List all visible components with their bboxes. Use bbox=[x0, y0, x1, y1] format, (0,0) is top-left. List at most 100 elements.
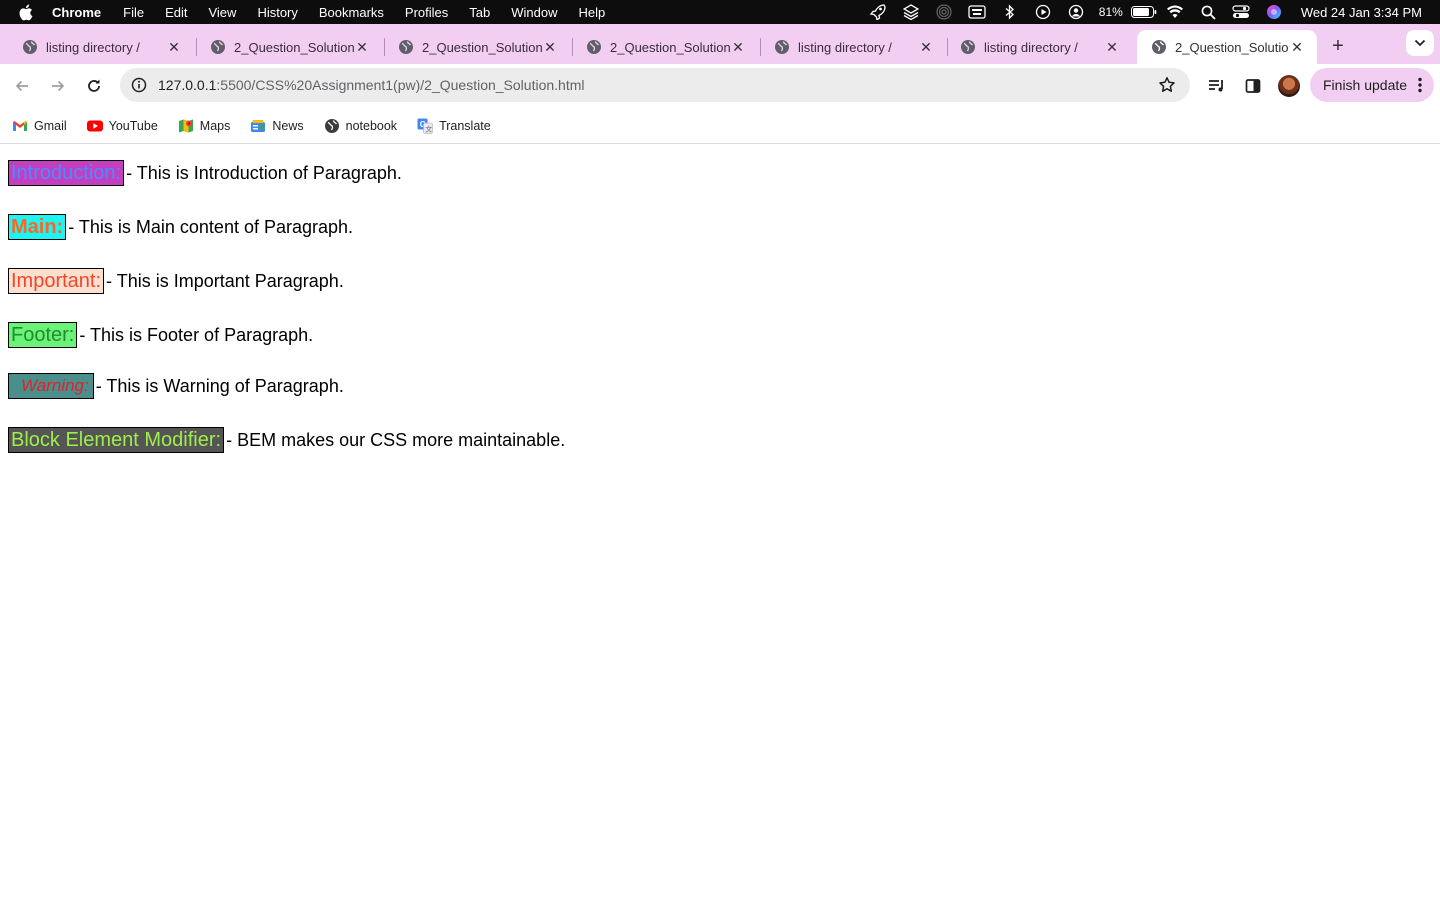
media-queue-icon bbox=[1209, 80, 1223, 92]
forward-button[interactable] bbox=[44, 72, 72, 100]
url-host: 127.0.0.1 bbox=[158, 77, 217, 93]
paragraph-text: - This is Warning of Paragraph. bbox=[95, 375, 344, 396]
globe-icon bbox=[398, 39, 414, 55]
media-controls-button[interactable] bbox=[1203, 72, 1231, 100]
rocket-icon[interactable] bbox=[862, 0, 895, 24]
menu-help[interactable]: Help bbox=[579, 5, 606, 20]
youtube-icon bbox=[86, 118, 103, 134]
more-vertical-icon[interactable] bbox=[1418, 77, 1422, 96]
menu-history[interactable]: History bbox=[257, 5, 297, 20]
paragraph-important: Important: - This is Important Paragraph… bbox=[8, 268, 1432, 294]
tab-question-solution[interactable]: 2_Question_Solution ✕ bbox=[572, 30, 758, 64]
battery-icon[interactable] bbox=[1129, 0, 1159, 24]
close-icon[interactable]: ✕ bbox=[1104, 39, 1120, 55]
bluetooth-icon[interactable] bbox=[994, 0, 1027, 24]
label-main: Main: bbox=[8, 214, 67, 240]
tab-strip: listing directory / ✕ 2_Question_Solutio… bbox=[0, 24, 1440, 64]
close-icon[interactable]: ✕ bbox=[730, 39, 746, 55]
user-icon[interactable] bbox=[1060, 0, 1093, 24]
menubar-clock[interactable]: Wed 24 Jan 3:34 PM bbox=[1301, 5, 1422, 20]
siri-icon[interactable] bbox=[1258, 0, 1291, 24]
tab-listing-directory[interactable]: listing directory / ✕ bbox=[946, 30, 1132, 64]
tab-title: listing directory / bbox=[46, 39, 140, 55]
paragraph-bem: Block Element Modifier: - BEM makes our … bbox=[8, 427, 1432, 453]
bookmark-label: YouTube bbox=[108, 118, 158, 133]
label-block-element-modifier: Block Element Modifier: bbox=[8, 427, 225, 453]
spotlight-search-icon[interactable] bbox=[1192, 0, 1225, 24]
tab-search-button[interactable] bbox=[1406, 30, 1434, 56]
bookmark-label: Maps bbox=[199, 118, 231, 133]
keyboard-icon[interactable] bbox=[961, 0, 994, 24]
menu-view[interactable]: View bbox=[208, 5, 236, 20]
finish-update-label: Finish update bbox=[1323, 77, 1408, 93]
tab-title: 2_Question_Solution bbox=[234, 39, 354, 55]
menubar-status-area: 81% Wed 24 Jan 3:34 PM bbox=[862, 0, 1422, 24]
reload-icon bbox=[88, 79, 100, 92]
bookmark-translate[interactable]: G文 Translate bbox=[417, 118, 491, 134]
new-tab-button[interactable]: + bbox=[1326, 34, 1350, 58]
layers-icon[interactable] bbox=[895, 0, 928, 24]
url-path: :5500/CSS%20Assignment1(pw)/2_Question_S… bbox=[216, 77, 585, 93]
site-info-icon[interactable] bbox=[122, 77, 156, 93]
chevron-down-icon bbox=[1414, 39, 1426, 47]
profile-avatar[interactable] bbox=[1278, 75, 1300, 97]
globe-icon bbox=[960, 39, 976, 55]
menu-app-chrome[interactable]: Chrome bbox=[52, 5, 101, 20]
apple-icon[interactable] bbox=[18, 4, 36, 21]
address-bar[interactable]: 127.0.0.1:5500/CSS%20Assignment1(pw)/2_Q… bbox=[120, 68, 1190, 102]
close-icon[interactable]: ✕ bbox=[918, 39, 934, 55]
menu-tab[interactable]: Tab bbox=[469, 5, 490, 20]
bookmark-maps[interactable]: Maps bbox=[178, 118, 231, 134]
label-warning: Warning: bbox=[8, 373, 94, 399]
menu-file[interactable]: File bbox=[123, 5, 144, 20]
menu-profiles[interactable]: Profiles bbox=[405, 5, 448, 20]
url-text[interactable]: 127.0.0.1:5500/CSS%20Assignment1(pw)/2_Q… bbox=[158, 77, 585, 93]
reload-button[interactable] bbox=[80, 72, 108, 100]
back-button[interactable] bbox=[8, 72, 36, 100]
macos-menubar: Chrome File Edit View History Bookmarks … bbox=[0, 0, 1440, 24]
bookmark-label: Gmail bbox=[34, 118, 67, 133]
tab-listing-directory[interactable]: listing directory / ✕ bbox=[8, 30, 194, 64]
tab-question-solution[interactable]: 2_Question_Solution ✕ bbox=[196, 30, 382, 64]
bookmark-label: notebook bbox=[345, 118, 398, 133]
menu-bookmarks[interactable]: Bookmarks bbox=[319, 5, 384, 20]
paragraph-text: - This is Footer of Paragraph. bbox=[79, 324, 314, 345]
tab-title: 2_Question_Solution bbox=[1175, 39, 1289, 55]
menu-edit[interactable]: Edit bbox=[165, 5, 187, 20]
tab-title: 2_Question_Solution bbox=[610, 39, 730, 55]
close-icon[interactable]: ✕ bbox=[542, 39, 558, 55]
svg-text:文: 文 bbox=[425, 124, 432, 133]
tab-title: 2_Question_Solution bbox=[422, 39, 542, 55]
side-panel-button[interactable] bbox=[1239, 72, 1267, 100]
browser-toolbar: 127.0.0.1:5500/CSS%20Assignment1(pw)/2_Q… bbox=[0, 64, 1440, 108]
tab-title: listing directory / bbox=[798, 39, 892, 55]
menu-window[interactable]: Window bbox=[511, 5, 557, 20]
paragraph-introduction: Introduction: - This is Introduction of … bbox=[8, 160, 1432, 186]
page-content: Introduction: - This is Introduction of … bbox=[0, 144, 1440, 453]
globe-icon bbox=[586, 39, 602, 55]
finish-update-button[interactable]: Finish update bbox=[1310, 68, 1434, 102]
control-center-icon[interactable] bbox=[1225, 0, 1258, 24]
tab-listing-directory[interactable]: listing directory / ✕ bbox=[760, 30, 946, 64]
bookmark-youtube[interactable]: YouTube bbox=[86, 118, 158, 134]
close-icon[interactable]: ✕ bbox=[354, 39, 370, 55]
bookmark-news[interactable]: News bbox=[250, 118, 304, 134]
tab-question-solution[interactable]: 2_Question_Solution ✕ bbox=[384, 30, 570, 64]
close-icon[interactable]: ✕ bbox=[1289, 39, 1305, 55]
tab-question-solution-active[interactable]: 2_Question_Solution ✕ bbox=[1137, 30, 1317, 64]
close-icon[interactable]: ✕ bbox=[166, 39, 182, 55]
airdrop-icon[interactable] bbox=[928, 0, 961, 24]
wifi-icon[interactable] bbox=[1159, 0, 1192, 24]
label-important: Important: bbox=[8, 268, 105, 294]
play-icon[interactable] bbox=[1027, 0, 1060, 24]
globe-icon bbox=[1151, 39, 1167, 55]
tab-title: listing directory / bbox=[984, 39, 1078, 55]
bookmarks-bar: Gmail YouTube Maps News notebook G文 Tran… bbox=[0, 108, 1440, 144]
news-icon bbox=[250, 118, 266, 134]
battery-percent: 81% bbox=[1098, 5, 1123, 19]
bookmark-star-icon[interactable] bbox=[1158, 76, 1176, 94]
bookmark-gmail[interactable]: Gmail bbox=[12, 118, 67, 134]
bookmark-notebook[interactable]: notebook bbox=[324, 118, 397, 134]
label-introduction: Introduction: bbox=[8, 160, 125, 186]
gmail-icon bbox=[12, 118, 28, 134]
